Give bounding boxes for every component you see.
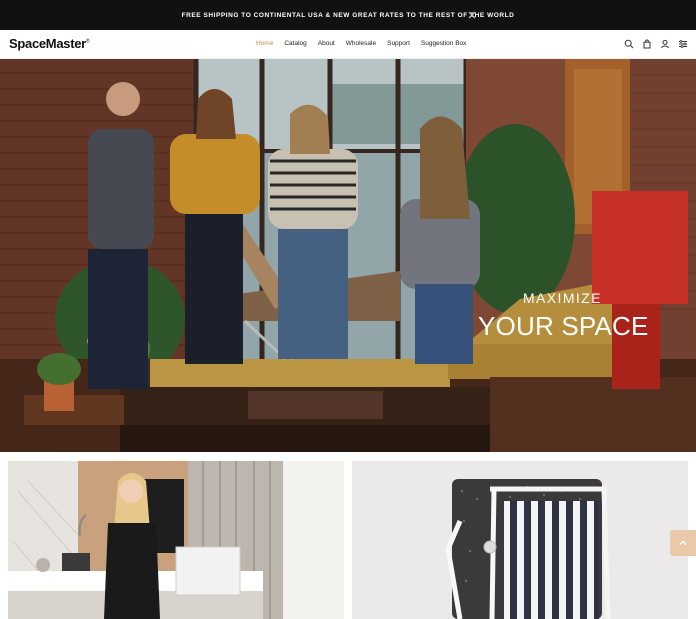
- hero-banner[interactable]: MAXIMIZE YOUR SPACE: [0, 59, 696, 452]
- site-header: SpaceMaster® Home Catalog About Wholesal…: [0, 30, 696, 59]
- folding-bed-photo: [352, 461, 688, 619]
- hero-title: YOUR SPACE: [478, 311, 649, 341]
- kitchen-lifestyle-image[interactable]: [8, 461, 344, 619]
- chevron-up-icon: [679, 540, 687, 545]
- main-nav: Home Catalog About Wholesale Support Sug…: [256, 40, 477, 47]
- scroll-to-top-button[interactable]: [670, 530, 696, 556]
- kitchen-photo: [8, 461, 344, 619]
- nav-catalog[interactable]: Catalog: [284, 40, 306, 47]
- settings-icon[interactable]: [678, 39, 688, 49]
- nav-support[interactable]: Support: [387, 40, 410, 47]
- hero-photo: [0, 59, 696, 452]
- search-icon[interactable]: [624, 39, 634, 49]
- logo[interactable]: SpaceMaster®: [9, 36, 90, 51]
- folding-bed-product-image[interactable]: [352, 461, 688, 619]
- bag-icon[interactable]: [642, 39, 652, 49]
- announcement-text: FREE SHIPPING TO CONTINENTAL USA & NEW G…: [181, 11, 515, 19]
- nav-suggestion-box[interactable]: Suggestion Box: [421, 40, 467, 47]
- account-icon[interactable]: [660, 39, 670, 49]
- announcement-bar: FREE SHIPPING TO CONTINENTAL USA & NEW G…: [0, 0, 696, 30]
- nav-wholesale[interactable]: Wholesale: [346, 40, 376, 47]
- header-icons: [624, 39, 688, 49]
- nav-home[interactable]: Home: [256, 40, 273, 47]
- hero-subtitle: MAXIMIZE: [523, 290, 602, 306]
- close-icon[interactable]: [466, 9, 478, 21]
- nav-about[interactable]: About: [318, 40, 335, 47]
